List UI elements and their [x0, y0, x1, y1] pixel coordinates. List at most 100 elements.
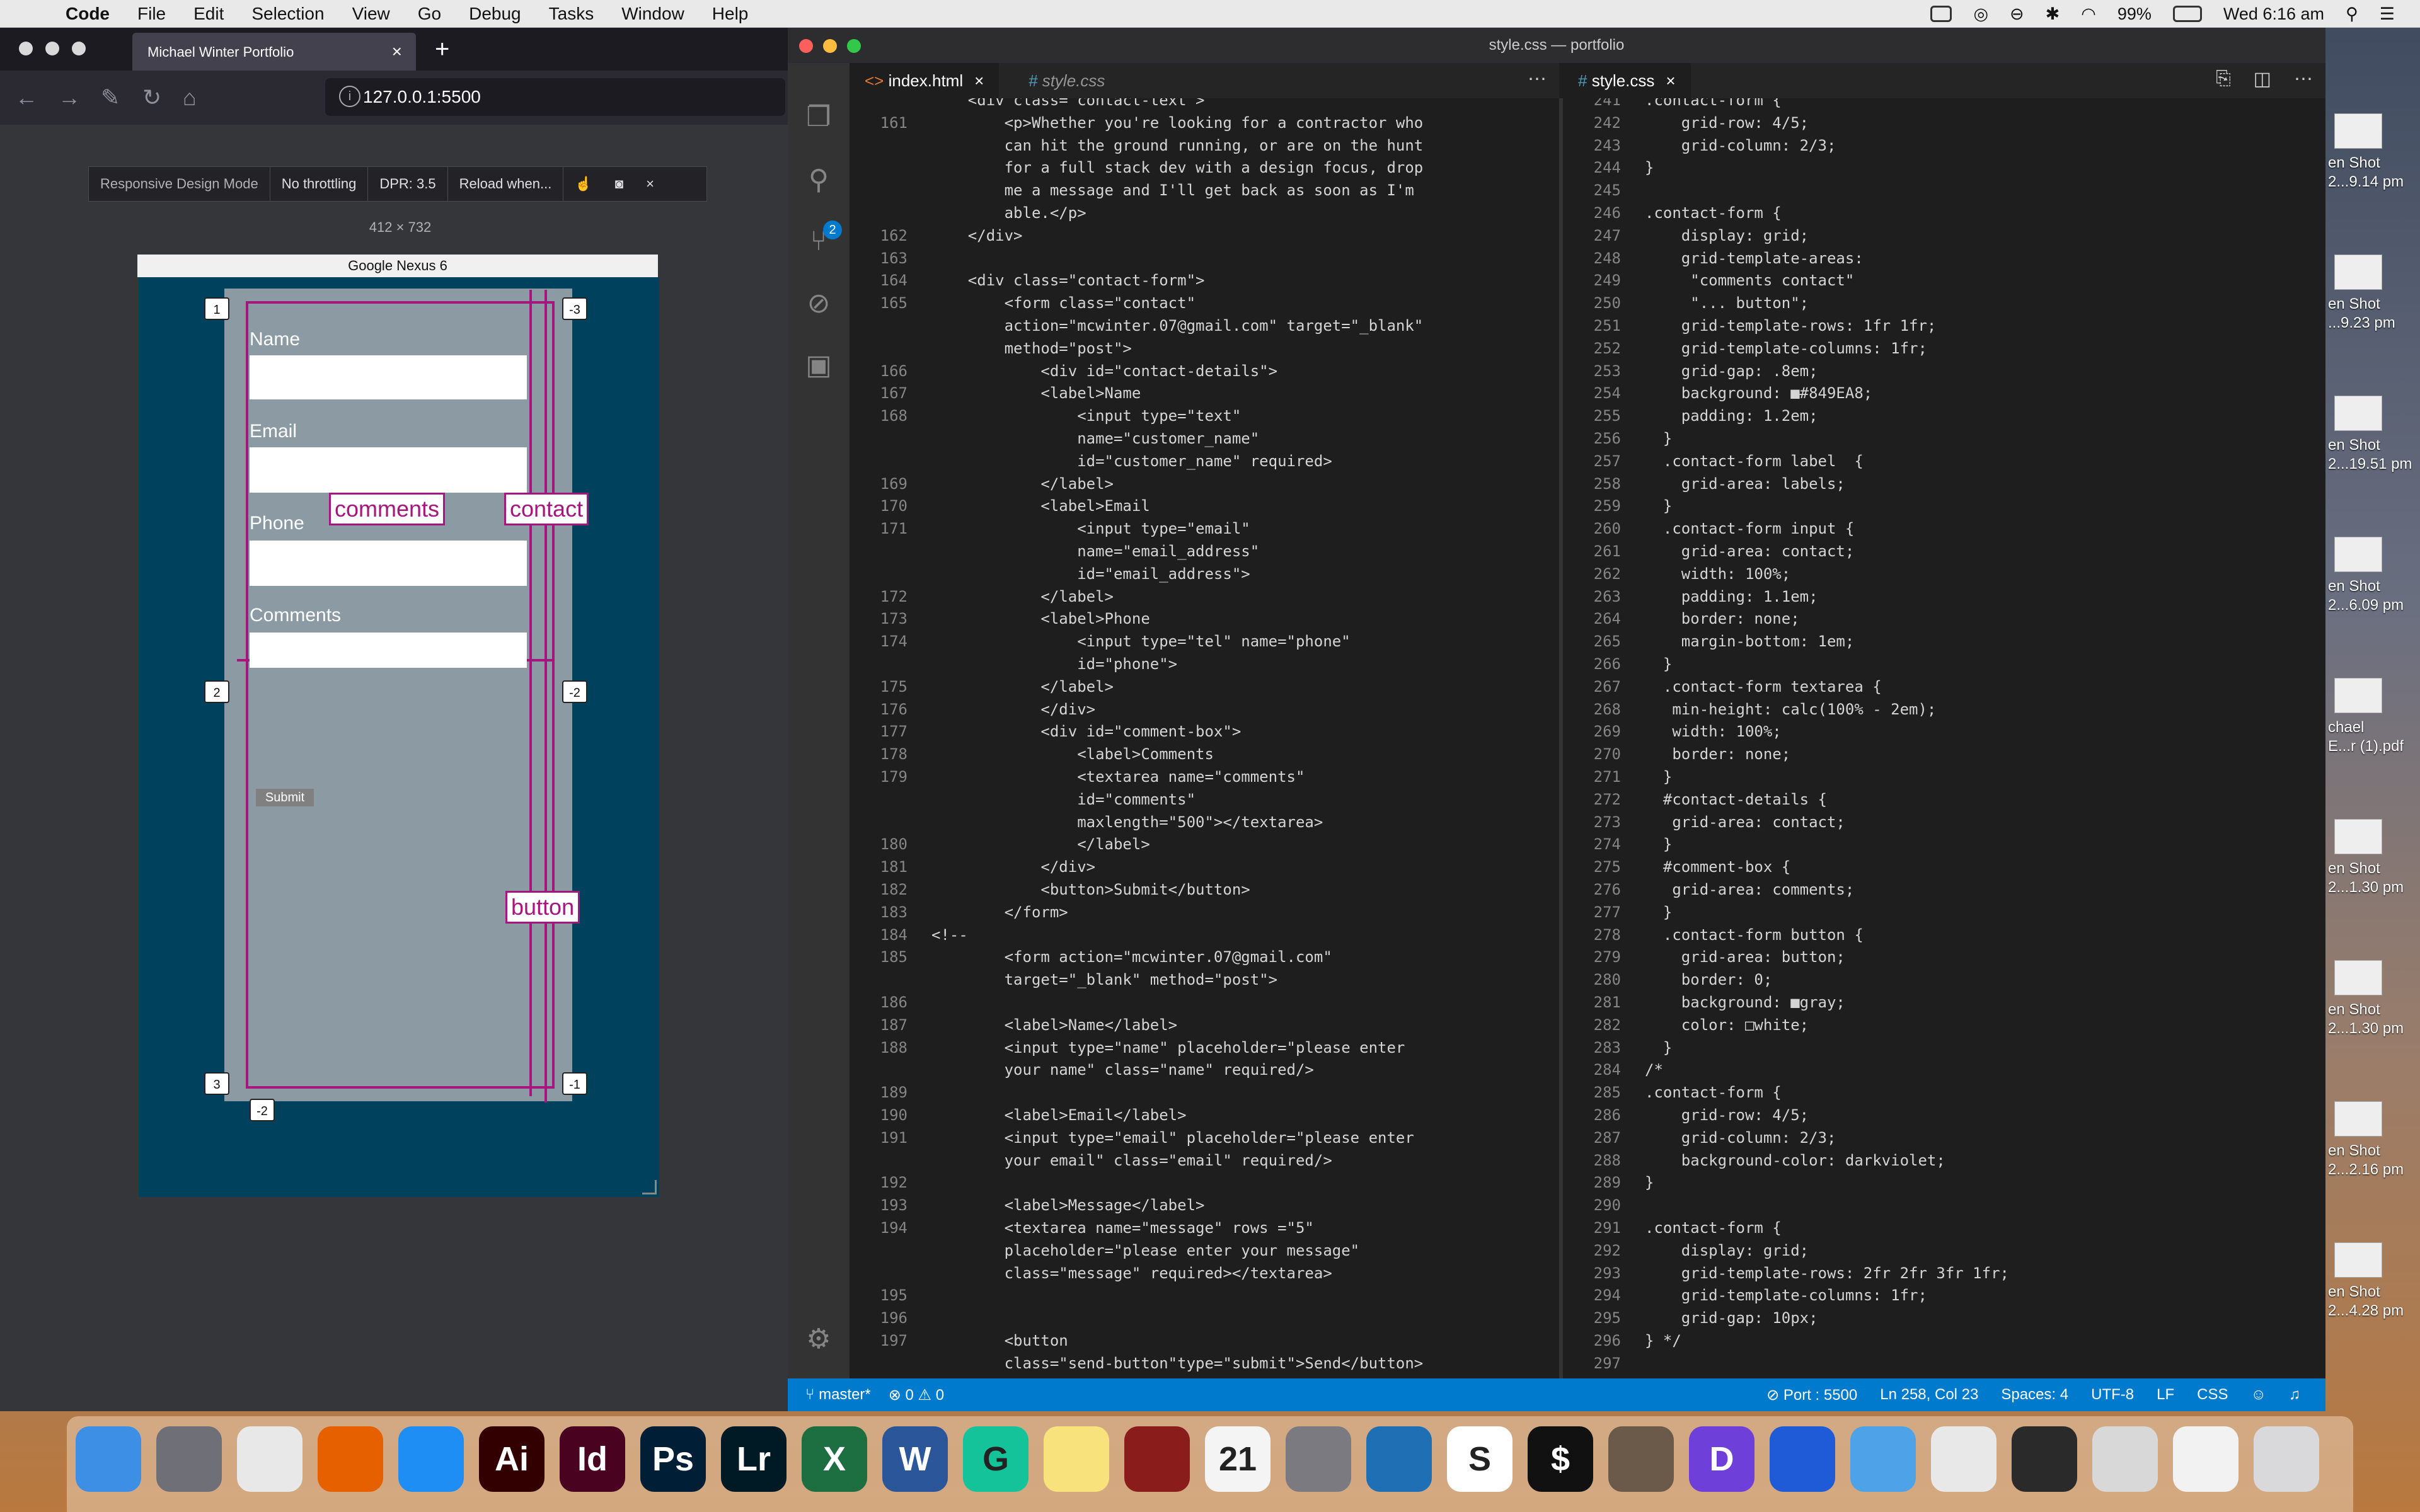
extensions-icon[interactable]: ▣	[802, 349, 836, 383]
photo-booth-icon[interactable]	[1124, 1426, 1190, 1492]
back-icon[interactable]: ←	[15, 84, 38, 111]
open-changes-icon[interactable]: ⎘	[2216, 68, 2231, 89]
menu-edit[interactable]: Edit	[193, 4, 224, 24]
url-bar[interactable]: i 127.0.0.1:5500	[325, 78, 785, 116]
illustrator-icon[interactable]: Ai	[479, 1426, 544, 1492]
lightroom-icon[interactable]: Lr	[721, 1426, 786, 1492]
search-icon[interactable]: ⚲	[802, 164, 836, 198]
split-editor-icon[interactable]: ◫	[2254, 68, 2271, 90]
desktop-file-label[interactable]: en Shot 2...1.30 pm	[2328, 1000, 2404, 1038]
indesign-icon[interactable]: Id	[560, 1426, 625, 1492]
encoding[interactable]: UTF-8	[2091, 1386, 2134, 1404]
desktop-file-thumbnail[interactable]	[2334, 1101, 2382, 1137]
window-thumb-2-icon[interactable]	[2092, 1426, 2158, 1492]
grammarly-icon[interactable]: G	[963, 1426, 1028, 1492]
menu-help[interactable]: Help	[712, 4, 749, 24]
menu-window[interactable]: Window	[621, 4, 684, 24]
submit-button[interactable]: Submit	[256, 789, 314, 806]
menu-file[interactable]: File	[137, 4, 166, 24]
desktop-file-label[interactable]: en Shot 2...4.28 pm	[2328, 1283, 2404, 1320]
home-icon[interactable]: ⌂	[183, 84, 197, 111]
photoshop-icon[interactable]: Ps	[640, 1426, 706, 1492]
desktop-file-label[interactable]: chael E...r (1).pdf	[2328, 718, 2404, 756]
dash-icon[interactable]: D	[1689, 1426, 1754, 1492]
safari-icon[interactable]	[398, 1426, 464, 1492]
excel-icon[interactable]: X	[802, 1426, 867, 1492]
problems-count[interactable]: ⊗ 0 ⚠ 0	[889, 1386, 944, 1404]
more-actions-icon[interactable]: ⋯	[1528, 68, 1547, 90]
desktop-file-thumbnail[interactable]	[2334, 819, 2382, 854]
desktop-file-thumbnail[interactable]	[2334, 113, 2382, 149]
indentation[interactable]: Spaces: 4	[2001, 1386, 2068, 1404]
creative-cloud-icon[interactable]: ◎	[1973, 4, 1988, 24]
more-actions-icon[interactable]: ⋯	[2294, 68, 2313, 90]
window-minimize-button[interactable]	[45, 42, 59, 55]
calendar-thumb-icon[interactable]	[1931, 1426, 1997, 1492]
git-branch[interactable]: ⑂ master*	[805, 1386, 871, 1404]
reload-when-select[interactable]: Reload when...	[448, 166, 564, 202]
menu-tasks[interactable]: Tasks	[549, 4, 594, 24]
new-tab-icon[interactable]: +	[435, 35, 449, 64]
window-zoom-button[interactable]	[72, 42, 86, 55]
touch-simulation-icon[interactable]: ☝	[563, 166, 603, 202]
finder-icon[interactable]	[76, 1426, 141, 1492]
html-editor[interactable]: <div class="contact-text"> 161 <p>Whether…	[850, 98, 1559, 1378]
desktop-file-label[interactable]: en Shot ...9.23 pm	[2328, 295, 2395, 333]
viewport-width[interactable]: 412	[369, 219, 393, 235]
phone-input[interactable]	[250, 541, 527, 586]
editor-group-divider[interactable]	[1559, 98, 1563, 1378]
slack-icon[interactable]: S	[1447, 1426, 1512, 1492]
forward-icon[interactable]: →	[58, 84, 81, 111]
end-of-line[interactable]: LF	[2157, 1386, 2174, 1404]
window-close-button[interactable]	[799, 39, 813, 53]
firefox-dev-icon[interactable]	[1770, 1426, 1835, 1492]
menu-selection[interactable]: Selection	[251, 4, 324, 24]
menu-go[interactable]: Go	[418, 4, 441, 24]
desktop-file-thumbnail[interactable]	[2334, 396, 2382, 431]
clock[interactable]: Wed 6:16 am	[2223, 4, 2324, 24]
settings-gear-icon[interactable]: ⚙	[802, 1323, 836, 1357]
throttling-select[interactable]: No throttling	[270, 166, 369, 202]
reload-icon[interactable]: ↻	[142, 84, 161, 111]
viewport-resize-handle[interactable]	[642, 1180, 657, 1194]
desktop-file-thumbnail[interactable]	[2334, 960, 2382, 995]
wifi-icon[interactable]: ◠	[2081, 4, 2096, 24]
desktop-file-label[interactable]: en Shot 2...2.16 pm	[2328, 1142, 2404, 1179]
close-tab-icon[interactable]: ×	[1666, 71, 1675, 90]
firefox-icon[interactable]	[318, 1426, 383, 1492]
tab-index-html[interactable]: <> index.html ×	[850, 63, 1000, 98]
notification-center-icon[interactable]: ☰	[2380, 4, 2395, 24]
chrome-icon[interactable]	[237, 1426, 302, 1492]
window-minimize-button[interactable]	[823, 39, 837, 53]
tab-style-css[interactable]: # style.css	[1013, 63, 1120, 98]
launchpad-icon[interactable]	[156, 1426, 222, 1492]
screen-mirroring-icon[interactable]	[1930, 6, 1952, 22]
css-editor[interactable]: 241 .contact-form {242 grid-row: 4/5; 243 …	[1563, 98, 2325, 1378]
disk-utility-icon[interactable]	[1608, 1426, 1674, 1492]
notes-icon[interactable]	[1044, 1426, 1109, 1492]
desktop-file-thumbnail[interactable]	[2334, 678, 2382, 713]
close-tab-icon[interactable]: ×	[392, 42, 402, 62]
system-preferences-icon[interactable]	[1286, 1426, 1351, 1492]
vscode-icon[interactable]	[1366, 1426, 1432, 1492]
window-thumb-1-icon[interactable]	[2012, 1426, 2077, 1492]
word-icon[interactable]: W	[882, 1426, 948, 1492]
spotlight-search-icon[interactable]: ⚲	[2346, 4, 2358, 24]
cursor-position[interactable]: Ln 258, Col 23	[1880, 1386, 1978, 1404]
close-tab-icon[interactable]: ×	[974, 71, 984, 90]
feedback-icon[interactable]: ☺	[2250, 1386, 2266, 1404]
info-icon[interactable]: i	[339, 86, 360, 107]
window-close-button[interactable]	[19, 42, 33, 55]
window-zoom-button[interactable]	[847, 39, 861, 53]
terminal-icon[interactable]: $	[1528, 1426, 1593, 1492]
menu-debug[interactable]: Debug	[469, 4, 521, 24]
desktop-file-thumbnail[interactable]	[2334, 537, 2382, 572]
battery-icon[interactable]	[2172, 6, 2202, 22]
browser-tab[interactable]: Michael Winter Portfolio ×	[132, 33, 416, 71]
desktop-file-label[interactable]: en Shot 2...1.30 pm	[2328, 859, 2404, 897]
explorer-icon[interactable]: ❐	[802, 101, 836, 135]
desktop-file-label[interactable]: en Shot 2...6.09 pm	[2328, 577, 2404, 615]
language-mode[interactable]: CSS	[2197, 1386, 2228, 1404]
menu-app-name[interactable]: Code	[66, 4, 110, 24]
downloads-folder-icon[interactable]	[1850, 1426, 1916, 1492]
